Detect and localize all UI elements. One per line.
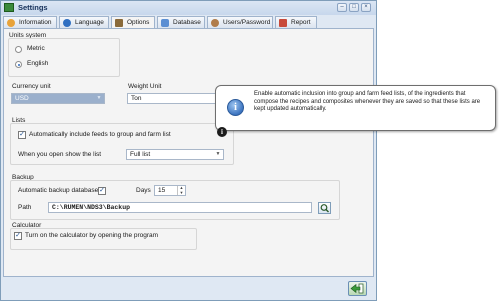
days-label: Days: [136, 187, 151, 194]
app-icon: [4, 3, 14, 12]
globe-icon: [63, 19, 71, 27]
exit-button[interactable]: [348, 281, 367, 296]
information-icon: [7, 19, 15, 27]
metric-label: Metric: [27, 45, 45, 52]
open-show-select[interactable]: Full list ▼: [126, 149, 224, 160]
path-label: Path: [18, 204, 32, 211]
tab-label: Options: [127, 19, 150, 26]
close-button[interactable]: ×: [361, 3, 371, 12]
auto-backup-label: Automatic backup database: [18, 187, 99, 194]
days-value: 15: [158, 187, 166, 194]
currency-value: USD: [15, 95, 29, 102]
path-input[interactable]: C:\RUMEN\NDS3\Backup: [48, 202, 312, 213]
tab-label: Users/Password: [223, 19, 271, 26]
options-icon: [115, 19, 123, 27]
path-value: C:\RUMEN\NDS3\Backup: [52, 204, 131, 211]
weight-label: Weight Unit: [128, 83, 162, 90]
tab-language[interactable]: Language: [59, 16, 109, 28]
open-show-label: When you open show the list: [18, 151, 102, 158]
days-stepper[interactable]: 15 ▲ ▼: [154, 185, 186, 196]
settings-window: Settings – □ × Information Language Opti…: [0, 0, 377, 301]
chevron-down-icon: ▼: [215, 151, 221, 157]
exit-arrow-icon: [350, 283, 364, 294]
tab-label: Language: [75, 19, 104, 26]
spin-arrows-icon[interactable]: ▲ ▼: [177, 185, 185, 195]
browse-folder-button[interactable]: [318, 202, 331, 214]
currency-label: Currency unit: [12, 83, 51, 90]
tab-label: Database: [173, 19, 201, 26]
tab-label: Report: [291, 19, 311, 26]
auto-backup-checkbox[interactable]: ✓: [98, 187, 106, 195]
info-icon: i: [227, 99, 244, 116]
units-group: [8, 38, 120, 77]
minimize-button[interactable]: –: [337, 3, 347, 12]
users-icon: [211, 19, 219, 27]
weight-value: Ton: [131, 95, 142, 102]
english-radio[interactable]: [15, 61, 22, 68]
tooltip-text: Enable automatic inclusion into group an…: [254, 91, 481, 113]
english-label: English: [27, 60, 49, 67]
auto-include-checkbox[interactable]: ✓: [18, 131, 26, 139]
currency-select[interactable]: USD ▼: [11, 93, 105, 104]
tab-label: Information: [19, 19, 52, 26]
tab-database[interactable]: Database: [157, 16, 205, 28]
auto-include-label: Automatically include feeds to group and…: [29, 131, 171, 138]
report-icon: [279, 19, 287, 27]
metric-radio[interactable]: [15, 46, 22, 53]
tab-users-password[interactable]: Users/Password: [207, 16, 273, 28]
info-hint-icon[interactable]: i: [217, 127, 227, 137]
calculator-label: Turn on the calculator by opening the pr…: [25, 232, 159, 239]
chevron-down-icon: ▼: [96, 95, 102, 101]
help-tooltip: i Enable automatic inclusion into group …: [215, 85, 496, 131]
title-bar: Settings – □ ×: [1, 1, 376, 15]
options-panel: Units system Metric English Currency uni…: [3, 28, 374, 277]
tab-information[interactable]: Information: [3, 16, 57, 28]
window-title: Settings: [18, 3, 48, 12]
magnifier-icon: [320, 204, 329, 213]
weight-select[interactable]: Ton: [127, 93, 227, 104]
calculator-checkbox[interactable]: ✓: [14, 232, 22, 240]
database-icon: [161, 19, 169, 27]
tab-report[interactable]: Report: [275, 16, 317, 28]
open-show-value: Full list: [130, 151, 151, 158]
maximize-button[interactable]: □: [349, 3, 359, 12]
